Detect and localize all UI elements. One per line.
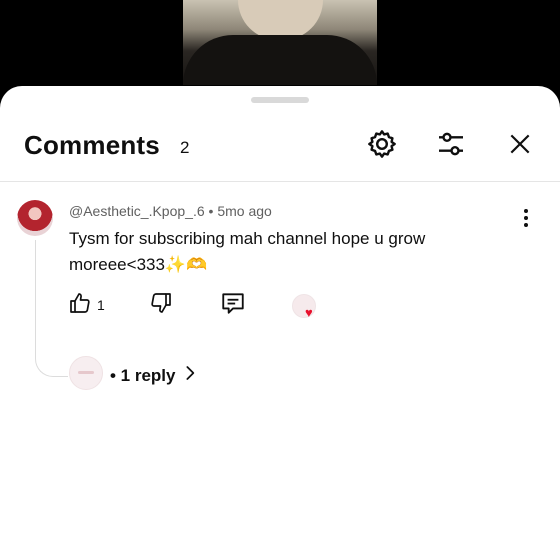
sliders-icon[interactable]	[433, 126, 469, 162]
drag-handle[interactable]	[251, 97, 309, 103]
thumbs-up-icon	[68, 291, 92, 320]
comment-icon	[220, 290, 246, 321]
close-icon[interactable]	[502, 126, 538, 162]
chevron-right-icon	[182, 365, 198, 386]
replies-label: • 1 reply	[110, 365, 176, 385]
comments-count: 2	[180, 138, 190, 157]
video-frame	[183, 0, 377, 85]
comments-header: Comments 2	[0, 116, 560, 176]
like-count: 1	[97, 297, 105, 313]
avatar[interactable]	[17, 200, 53, 236]
reply-avatar	[69, 356, 103, 390]
like-button[interactable]: 1	[68, 291, 105, 319]
heart-icon: ♥	[305, 305, 313, 320]
comments-sheet: Comments 2 @Aesthetic_.Kpop_.6 • 5mo ago…	[0, 86, 560, 560]
comment-author[interactable]: @Aesthetic_.Kpop_.6	[69, 203, 205, 219]
comment-time: 5mo ago	[217, 203, 272, 219]
reply-button[interactable]	[220, 291, 246, 319]
thumbs-down-icon	[149, 291, 173, 320]
view-replies-button[interactable]: • 1 reply	[110, 365, 198, 386]
header-divider	[0, 181, 560, 182]
creator-heart: ♥	[292, 294, 316, 320]
dislike-button[interactable]	[149, 291, 173, 319]
meta-separator: •	[208, 203, 214, 219]
comments-title: Comments	[24, 130, 160, 160]
gear-icon[interactable]	[364, 126, 400, 162]
video-player-area[interactable]	[0, 0, 560, 100]
comment-text: Tysm for subscribing mah channel hope u …	[69, 229, 426, 274]
comment-meta: @Aesthetic_.Kpop_.6 • 5mo ago	[69, 203, 272, 219]
thread-line	[35, 240, 68, 377]
more-vert-icon[interactable]	[514, 206, 538, 230]
